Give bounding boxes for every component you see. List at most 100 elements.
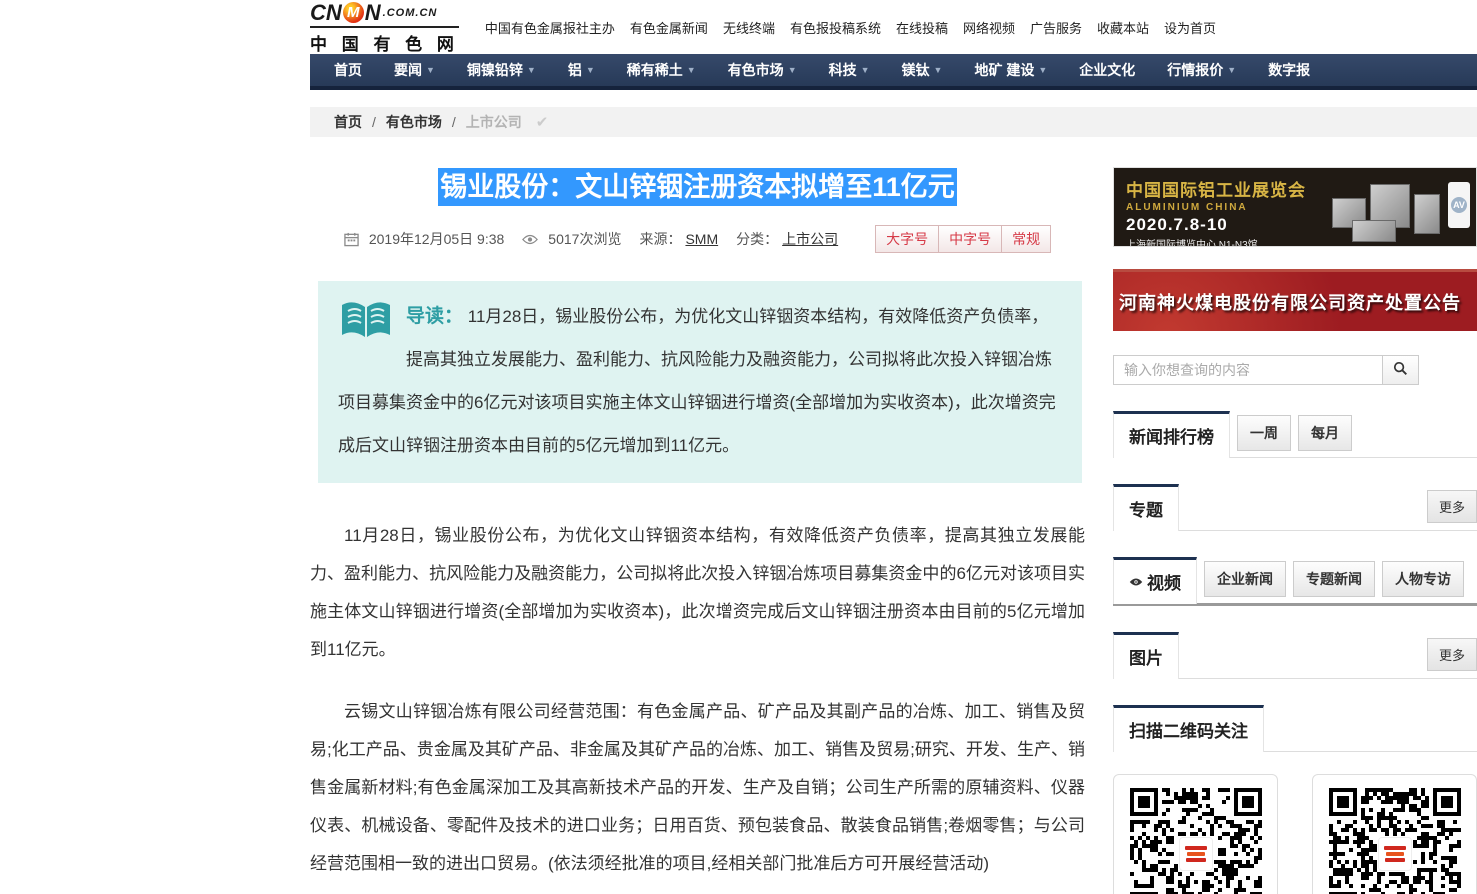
article-body: 11月28日，锡业股份公布，为优化文山锌铟资本结构，有效降低资产负债率，提高其独… bbox=[310, 517, 1085, 894]
sidebar: 中国国际铝工业展览会 ALUMINIUM CHINA 2020.7.8-10 上… bbox=[1113, 167, 1477, 894]
view-count: 5017次浏览 bbox=[548, 229, 621, 249]
section-video: 视频 企业新闻专题新闻人物专访 bbox=[1113, 557, 1477, 606]
nav-item[interactable]: 铝 ▼ bbox=[552, 54, 611, 86]
top-link[interactable]: 中国有色金属报社主办 bbox=[485, 18, 615, 37]
search-input[interactable] bbox=[1113, 355, 1383, 385]
calendar-icon bbox=[344, 232, 359, 247]
ranking-period-tab[interactable]: 一周 bbox=[1237, 415, 1291, 451]
nav-item[interactable]: 要闻 ▼ bbox=[378, 54, 451, 86]
breadcrumb-section[interactable]: 有色市场 bbox=[386, 112, 442, 132]
top-link[interactable]: 收藏本站 bbox=[1097, 18, 1149, 37]
chevron-down-icon: ▼ bbox=[527, 65, 536, 75]
source-link[interactable]: SMM bbox=[685, 231, 718, 247]
chevron-down-icon: ▼ bbox=[426, 65, 435, 75]
top-header: CNMN.COM.CN 中 国 有 色 网 中国有色金属报社主办有色金属新闻无线… bbox=[310, 0, 1477, 54]
sidebar-search bbox=[1113, 355, 1477, 385]
ad1-graphic bbox=[1322, 174, 1442, 244]
category-link[interactable]: 上市公司 bbox=[782, 229, 838, 249]
nav-item[interactable]: 科技 ▼ bbox=[813, 54, 886, 86]
chevron-down-icon: ▼ bbox=[861, 65, 870, 75]
nav-item[interactable]: 企业文化 ▼ bbox=[1063, 54, 1151, 86]
check-icon: ✔ bbox=[536, 113, 549, 131]
tab-video[interactable]: 视频 bbox=[1113, 557, 1197, 604]
top-link[interactable]: 广告服务 bbox=[1030, 18, 1082, 37]
search-icon bbox=[1393, 361, 1408, 379]
nav-item[interactable]: 有色市场 ▼ bbox=[712, 54, 813, 86]
breadcrumb-separator: / bbox=[452, 114, 456, 130]
chevron-down-icon: ▼ bbox=[934, 65, 943, 75]
fontsize-button[interactable]: 中字号 bbox=[938, 225, 1002, 253]
fontsize-button[interactable]: 大字号 bbox=[875, 225, 939, 253]
article-meta: 2019年12月05日 9:38 5017次浏览 来源： SMM 分类： 上市公… bbox=[310, 225, 1085, 253]
top-link[interactable]: 无线终端 bbox=[723, 18, 775, 37]
summary-text: 11月28日，锡业股份公布，为优化文山锌铟资本结构，有效降低资产负债率，提高其独… bbox=[338, 307, 1056, 455]
ad2-text: 河南神火煤电股份有限公司资产处置公告 bbox=[1119, 289, 1461, 315]
top-link[interactable]: 有色金属新闻 bbox=[630, 18, 708, 37]
eye-icon bbox=[1129, 577, 1143, 587]
publish-date: 2019年12月05日 9:38 bbox=[369, 229, 504, 249]
tab-images[interactable]: 图片 bbox=[1113, 632, 1179, 679]
topics-more-button[interactable]: 更多 bbox=[1427, 490, 1477, 523]
section-images: 图片 更多 bbox=[1113, 632, 1477, 679]
logo-m-badge-icon: M bbox=[343, 2, 364, 23]
ad-banner-aluminium-china[interactable]: 中国国际铝工业展览会 ALUMINIUM CHINA 2020.7.8-10 上… bbox=[1113, 167, 1477, 247]
article-title: 锡业股份：文山锌铟注册资本拟增至11亿元 bbox=[438, 168, 957, 206]
breadcrumb-separator: / bbox=[372, 114, 376, 130]
article-paragraph: 云锡文山锌铟冶炼有限公司经营范围：有色金属产品、矿产品及其副产品的冶炼、加工、销… bbox=[310, 693, 1085, 883]
article-paragraph: 11月28日，锡业股份公布，为优化文山锌铟资本结构，有效降低资产负债率，提高其独… bbox=[310, 517, 1085, 669]
main-nav: 首页 ▼ 要闻 ▼ 铜镍铅锌 ▼ 铝 ▼ 稀有稀土 ▼ bbox=[310, 54, 1477, 90]
breadcrumb-current: 上市公司 bbox=[466, 112, 522, 132]
nav-item[interactable]: 铜镍铅锌 ▼ bbox=[451, 54, 552, 86]
ranking-period-tab[interactable]: 每月 bbox=[1298, 415, 1352, 451]
ad-banner-shenhuo-notice[interactable]: 河南神火煤电股份有限公司资产处置公告 bbox=[1113, 269, 1477, 331]
video-category-tab[interactable]: 专题新闻 bbox=[1293, 561, 1375, 597]
qr-card bbox=[1312, 774, 1477, 894]
video-category-tab[interactable]: 人物专访 bbox=[1382, 561, 1464, 597]
nav-item[interactable]: 行情报价 ▼ bbox=[1151, 54, 1252, 86]
nav-item[interactable]: 首页 ▼ bbox=[318, 54, 378, 86]
article-summary: 导读： 11月28日，锡业股份公布，为优化文山锌铟资本结构，有效降低资产负债率，… bbox=[318, 281, 1082, 483]
section-qr-follow: 扫描二维码关注 bbox=[1113, 705, 1477, 894]
logo-text-cn: CN bbox=[310, 2, 342, 24]
qr-center-logo bbox=[1179, 837, 1213, 871]
chevron-down-icon: ▼ bbox=[1227, 65, 1236, 75]
chevron-down-icon: ▼ bbox=[788, 65, 797, 75]
breadcrumb-home[interactable]: 首页 bbox=[334, 112, 362, 132]
article-column: 锡业股份：文山锌铟注册资本拟增至11亿元 2019年12月05日 9:38 50… bbox=[310, 167, 1085, 894]
tab-news-ranking[interactable]: 新闻排行榜 bbox=[1113, 411, 1230, 458]
section-topics: 专题 更多 bbox=[1113, 484, 1477, 531]
tab-qr-follow: 扫描二维码关注 bbox=[1113, 705, 1264, 752]
chevron-down-icon: ▼ bbox=[586, 65, 595, 75]
site-logo[interactable]: CNMN.COM.CN 中 国 有 色 网 bbox=[310, 2, 459, 55]
nav-item[interactable]: 稀有稀土 ▼ bbox=[611, 54, 712, 86]
section-news-ranking: 新闻排行榜 一周每月 bbox=[1113, 411, 1477, 458]
top-link[interactable]: 网络视频 bbox=[963, 18, 1015, 37]
chevron-down-icon: ▼ bbox=[1038, 65, 1047, 75]
qr-card bbox=[1113, 774, 1278, 894]
top-link[interactable]: 在线投稿 bbox=[896, 18, 948, 37]
search-button[interactable] bbox=[1383, 355, 1419, 385]
logo-domain-suffix: .COM.CN bbox=[383, 2, 438, 24]
images-more-button[interactable]: 更多 bbox=[1427, 638, 1477, 671]
nav-item[interactable]: 数字报 ▼ bbox=[1252, 54, 1326, 86]
ad1-logo-chip: AV bbox=[1448, 182, 1470, 228]
logo-text-n: N bbox=[365, 2, 381, 24]
video-category-tab[interactable]: 企业新闻 bbox=[1204, 561, 1286, 597]
open-book-icon bbox=[340, 301, 392, 357]
category-label: 分类： bbox=[736, 229, 778, 249]
logo-chinese-name: 中 国 有 色 网 bbox=[310, 26, 459, 55]
qr-center-logo bbox=[1378, 837, 1412, 871]
tab-topics[interactable]: 专题 bbox=[1113, 484, 1179, 531]
source-label: 来源： bbox=[639, 229, 681, 249]
fontsize-button[interactable]: 常规 bbox=[1001, 225, 1051, 253]
eye-icon bbox=[522, 234, 538, 245]
breadcrumb: 首页 / 有色市场 / 上市公司 ✔ bbox=[310, 107, 1477, 137]
nav-item[interactable]: 地矿 建设 ▼ bbox=[958, 54, 1063, 86]
summary-label: 导读： bbox=[406, 306, 463, 327]
chevron-down-icon: ▼ bbox=[687, 65, 696, 75]
fontsize-buttons: 大字号中字号常规 bbox=[876, 225, 1051, 253]
top-links: 中国有色金属报社主办有色金属新闻无线终端有色报投稿系统在线投稿网络视频广告服务收… bbox=[485, 18, 1216, 37]
top-link[interactable]: 设为首页 bbox=[1164, 18, 1216, 37]
top-link[interactable]: 有色报投稿系统 bbox=[790, 18, 881, 37]
nav-item[interactable]: 镁钛 ▼ bbox=[886, 54, 959, 86]
